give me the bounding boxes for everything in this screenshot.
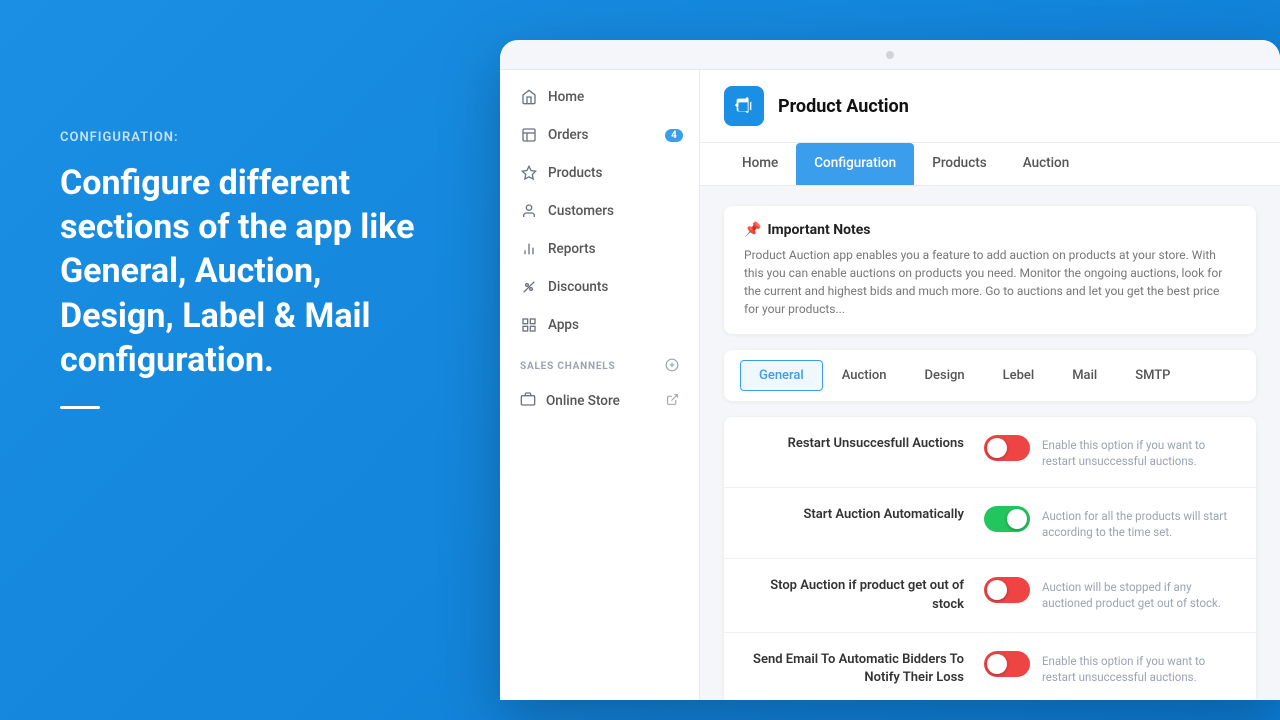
sidebar-label-reports: Reports [548,241,596,257]
settings-card: Restart Unsuccesfull Auctions Enable thi… [724,417,1256,700]
sidebar-item-products[interactable]: Products [500,154,699,192]
app-layout: Home Orders 4 [500,70,1280,700]
sidebar-label-home: Home [548,89,584,105]
toggle-auto-start[interactable] [984,506,1030,532]
app-window: Home Orders 4 [500,40,1280,700]
setting-row-email-bidders: Send Email To Automatic Bidders To Notif… [724,633,1256,700]
toggle-stop-stock-slider [984,577,1030,603]
content-area: 📌 Important Notes Product Auction app en… [700,186,1280,700]
setting-label-email-bidders: Send Email To Automatic Bidders To Notif… [744,651,964,687]
settings-tab-auction[interactable]: Auction [823,360,906,391]
setting-label-col-stop-stock: Stop Auction if product get out of stock [744,577,964,613]
sidebar-item-discounts[interactable]: Discounts [500,268,699,306]
toggle-auto-start-slider [984,506,1030,532]
setting-label-col-restart: Restart Unsuccesfull Auctions [744,435,964,453]
window-dot [886,51,894,59]
sidebar-item-reports[interactable]: Reports [500,230,699,268]
online-store-label: Online Store [546,393,620,409]
sales-channels-label: SALES CHANNELS [520,361,615,372]
sidebar-item-apps[interactable]: Apps [500,306,699,344]
sidebar-item-customers[interactable]: Customers [500,192,699,230]
tab-products[interactable]: Products [914,143,1004,185]
setting-control-col-stop-stock: Auction will be stopped if any auctioned… [984,577,1236,611]
nav-tabs: Home Configuration Products Auction [700,143,1280,186]
sidebar-label-discounts: Discounts [548,279,608,295]
toggle-restart-slider [984,435,1030,461]
reports-icon [520,240,538,258]
toggle-stop-stock[interactable] [984,577,1030,603]
main-content: Product Auction Home Configuration Produ… [700,70,1280,700]
settings-tab-design[interactable]: Design [906,360,984,391]
config-label: CONFIGURATION: [60,130,440,145]
settings-tab-mail[interactable]: Mail [1053,360,1116,391]
app-header: Product Auction [700,70,1280,143]
notes-title: 📌 Important Notes [744,222,1236,238]
settings-tab-smtp[interactable]: SMTP [1116,360,1189,391]
setting-label-stop-stock: Stop Auction if product get out of stock [744,577,964,613]
notes-text: Product Auction app enables you a featur… [744,246,1236,318]
sidebar-label-orders: Orders [548,127,589,143]
setting-control-col-auto-start: Auction for all the products will start … [984,506,1236,540]
toggle-restart[interactable] [984,435,1030,461]
sidebar: Home Orders 4 [500,70,700,700]
online-store-left: Online Store [520,391,620,411]
app-title: Product Auction [778,96,909,117]
sidebar-item-online-store[interactable]: Online Store [500,381,699,421]
app-icon [724,86,764,126]
settings-tab-lebel[interactable]: Lebel [984,360,1054,391]
tab-auction[interactable]: Auction [1005,143,1088,185]
toggle-email-bidders-slider [984,651,1030,677]
setting-label-col-auto-start: Start Auction Automatically [744,506,964,524]
home-icon [520,88,538,106]
discounts-icon [520,278,538,296]
orders-badge: 4 [665,129,683,142]
notes-icon: 📌 [744,222,761,238]
setting-row-stop-stock: Stop Auction if product get out of stock… [724,559,1256,632]
setting-row-auto-start: Start Auction Automatically Auction for … [724,488,1256,559]
tab-configuration[interactable]: Configuration [796,143,914,185]
setting-description-email-bidders: Enable this option if you want to restar… [1042,651,1236,685]
sidebar-label-customers: Customers [548,203,614,219]
apps-icon [520,316,538,334]
setting-label-col-email-bidders: Send Email To Automatic Bidders To Notif… [744,651,964,687]
setting-description-auto-start: Auction for all the products will start … [1042,506,1236,540]
setting-description-stop-stock: Auction will be stopped if any auctioned… [1042,577,1236,611]
sidebar-section-sales-channels: SALES CHANNELS [500,344,699,381]
add-channel-icon[interactable] [665,358,679,375]
sidebar-label-apps: Apps [548,317,579,333]
orders-icon [520,126,538,144]
toggle-email-bidders[interactable] [984,651,1030,677]
setting-description-restart: Enable this option if you want to restar… [1042,435,1236,469]
sidebar-item-home[interactable]: Home [500,78,699,116]
divider [60,406,100,409]
sidebar-item-orders[interactable]: Orders 4 [500,116,699,154]
setting-row-restart: Restart Unsuccesfull Auctions Enable thi… [724,417,1256,488]
store-icon [520,391,536,411]
settings-tab-general[interactable]: General [740,360,823,391]
tab-home[interactable]: Home [724,143,796,185]
left-panel: CONFIGURATION: Configure different secti… [60,130,440,409]
settings-tabs: General Auction Design Lebel Mail SMTP [724,350,1256,401]
external-link-icon [666,393,679,410]
setting-control-col-email-bidders: Enable this option if you want to restar… [984,651,1236,685]
sidebar-label-products: Products [548,165,602,181]
products-icon [520,164,538,182]
customers-icon [520,202,538,220]
setting-label-auto-start: Start Auction Automatically [744,506,964,524]
setting-label-restart: Restart Unsuccesfull Auctions [744,435,964,453]
setting-control-col-restart: Enable this option if you want to restar… [984,435,1236,469]
window-topbar [500,40,1280,70]
config-title: Configure different sections of the app … [60,161,440,382]
notes-card: 📌 Important Notes Product Auction app en… [724,206,1256,334]
